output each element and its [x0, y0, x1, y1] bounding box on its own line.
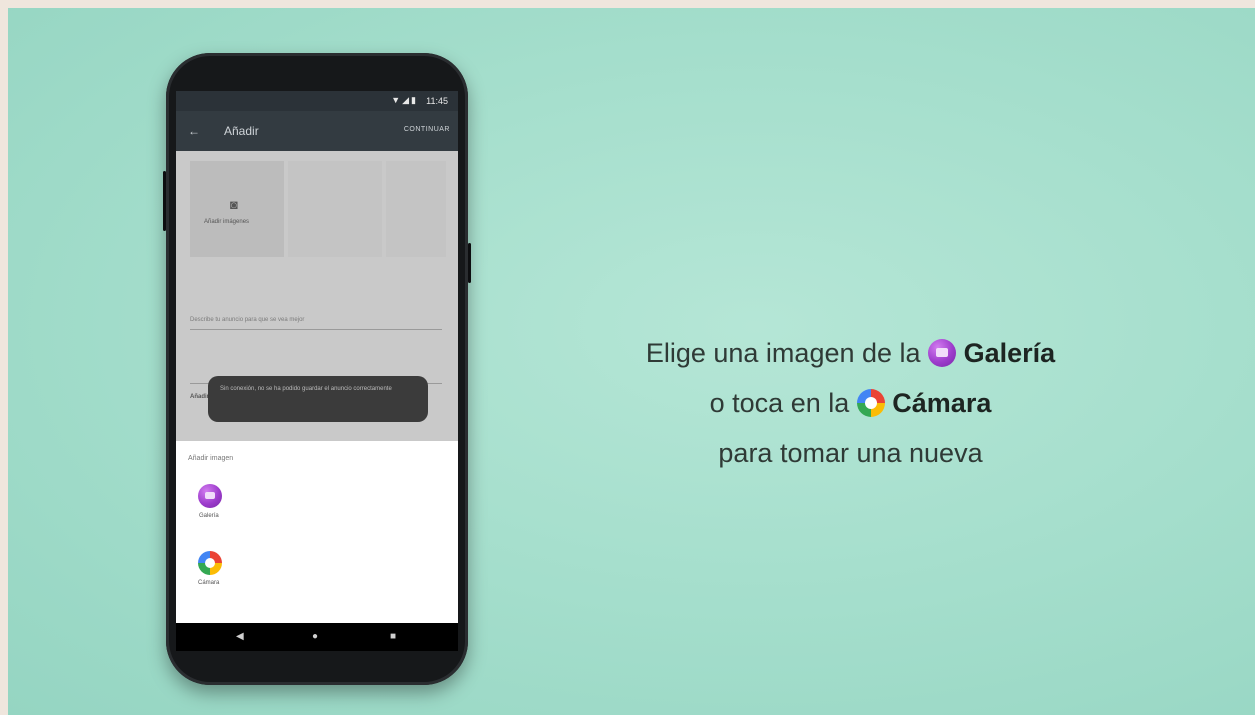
form-content: ◙ Añadir imágenes Describe tu anuncio pa…: [176, 151, 458, 441]
status-bar: ▼◢▮ 11:45: [176, 91, 458, 111]
sheet-heading: Añadir imagen: [188, 455, 234, 462]
field-underline: [190, 329, 442, 330]
caption-line-3: para tomar una nueva: [718, 438, 983, 468]
bottom-sheet: Añadir imagen Galería Cámara: [176, 441, 458, 623]
caption-text: o toca en la: [709, 388, 850, 418]
continue-button[interactable]: CONTINUAR: [404, 126, 450, 133]
nav-recents-icon[interactable]: ■: [390, 631, 396, 642]
app-bar: ← Añadir CONTINUAR: [176, 111, 458, 151]
phone-mockup: ▼◢▮ 11:45 ← Añadir CONTINUAR ◙ Añadir im…: [163, 53, 471, 685]
nav-home-icon[interactable]: ●: [312, 631, 318, 642]
camera-icon: ◙: [230, 197, 238, 212]
camera-label[interactable]: Cámara: [198, 580, 219, 586]
description-field[interactable]: Describe tu anuncio para que se vea mejo…: [190, 317, 304, 323]
caption-line-1: Elige una imagen de la Galería: [593, 328, 1108, 378]
add-photo-slot[interactable]: ◙ Añadir imágenes: [190, 161, 284, 257]
nav-back-icon[interactable]: ◀: [236, 631, 244, 642]
camera-icon: [856, 389, 885, 417]
app-bar-title: Añadir: [224, 124, 259, 138]
video-frame: ▼◢▮ 11:45 ← Añadir CONTINUAR ◙ Añadir im…: [8, 8, 1255, 715]
nav-bar: ◀ ● ■: [176, 623, 458, 651]
power-button: [468, 243, 471, 283]
photo-slot[interactable]: [288, 161, 382, 257]
photo-slot[interactable]: [386, 161, 446, 257]
camera-word: Cámara: [892, 388, 992, 418]
gallery-label[interactable]: Galería: [199, 513, 219, 519]
gallery-word: Galería: [963, 338, 1056, 368]
gallery-icon: [928, 339, 957, 367]
volume-button: [163, 171, 166, 231]
caption: Elige una imagen de la Galería o toca en…: [593, 328, 1108, 478]
camera-app-icon[interactable]: [198, 551, 222, 575]
caption-line-2: o toca en la Cámara: [593, 378, 1108, 428]
snackbar: Sin conexión, no se ha podido guardar el…: [208, 376, 428, 422]
add-photo-label: Añadir imágenes: [204, 219, 250, 225]
caption-text: Elige una imagen de la: [645, 338, 921, 368]
arrow-back-icon[interactable]: ←: [188, 124, 200, 138]
gallery-icon[interactable]: [198, 484, 222, 508]
status-time: 11:45: [426, 96, 448, 106]
status-icons: ▼◢▮: [391, 95, 418, 105]
snackbar-text: Sin conexión, no se ha podido guardar el…: [220, 386, 392, 392]
phone-screen: ▼◢▮ 11:45 ← Añadir CONTINUAR ◙ Añadir im…: [176, 91, 458, 651]
